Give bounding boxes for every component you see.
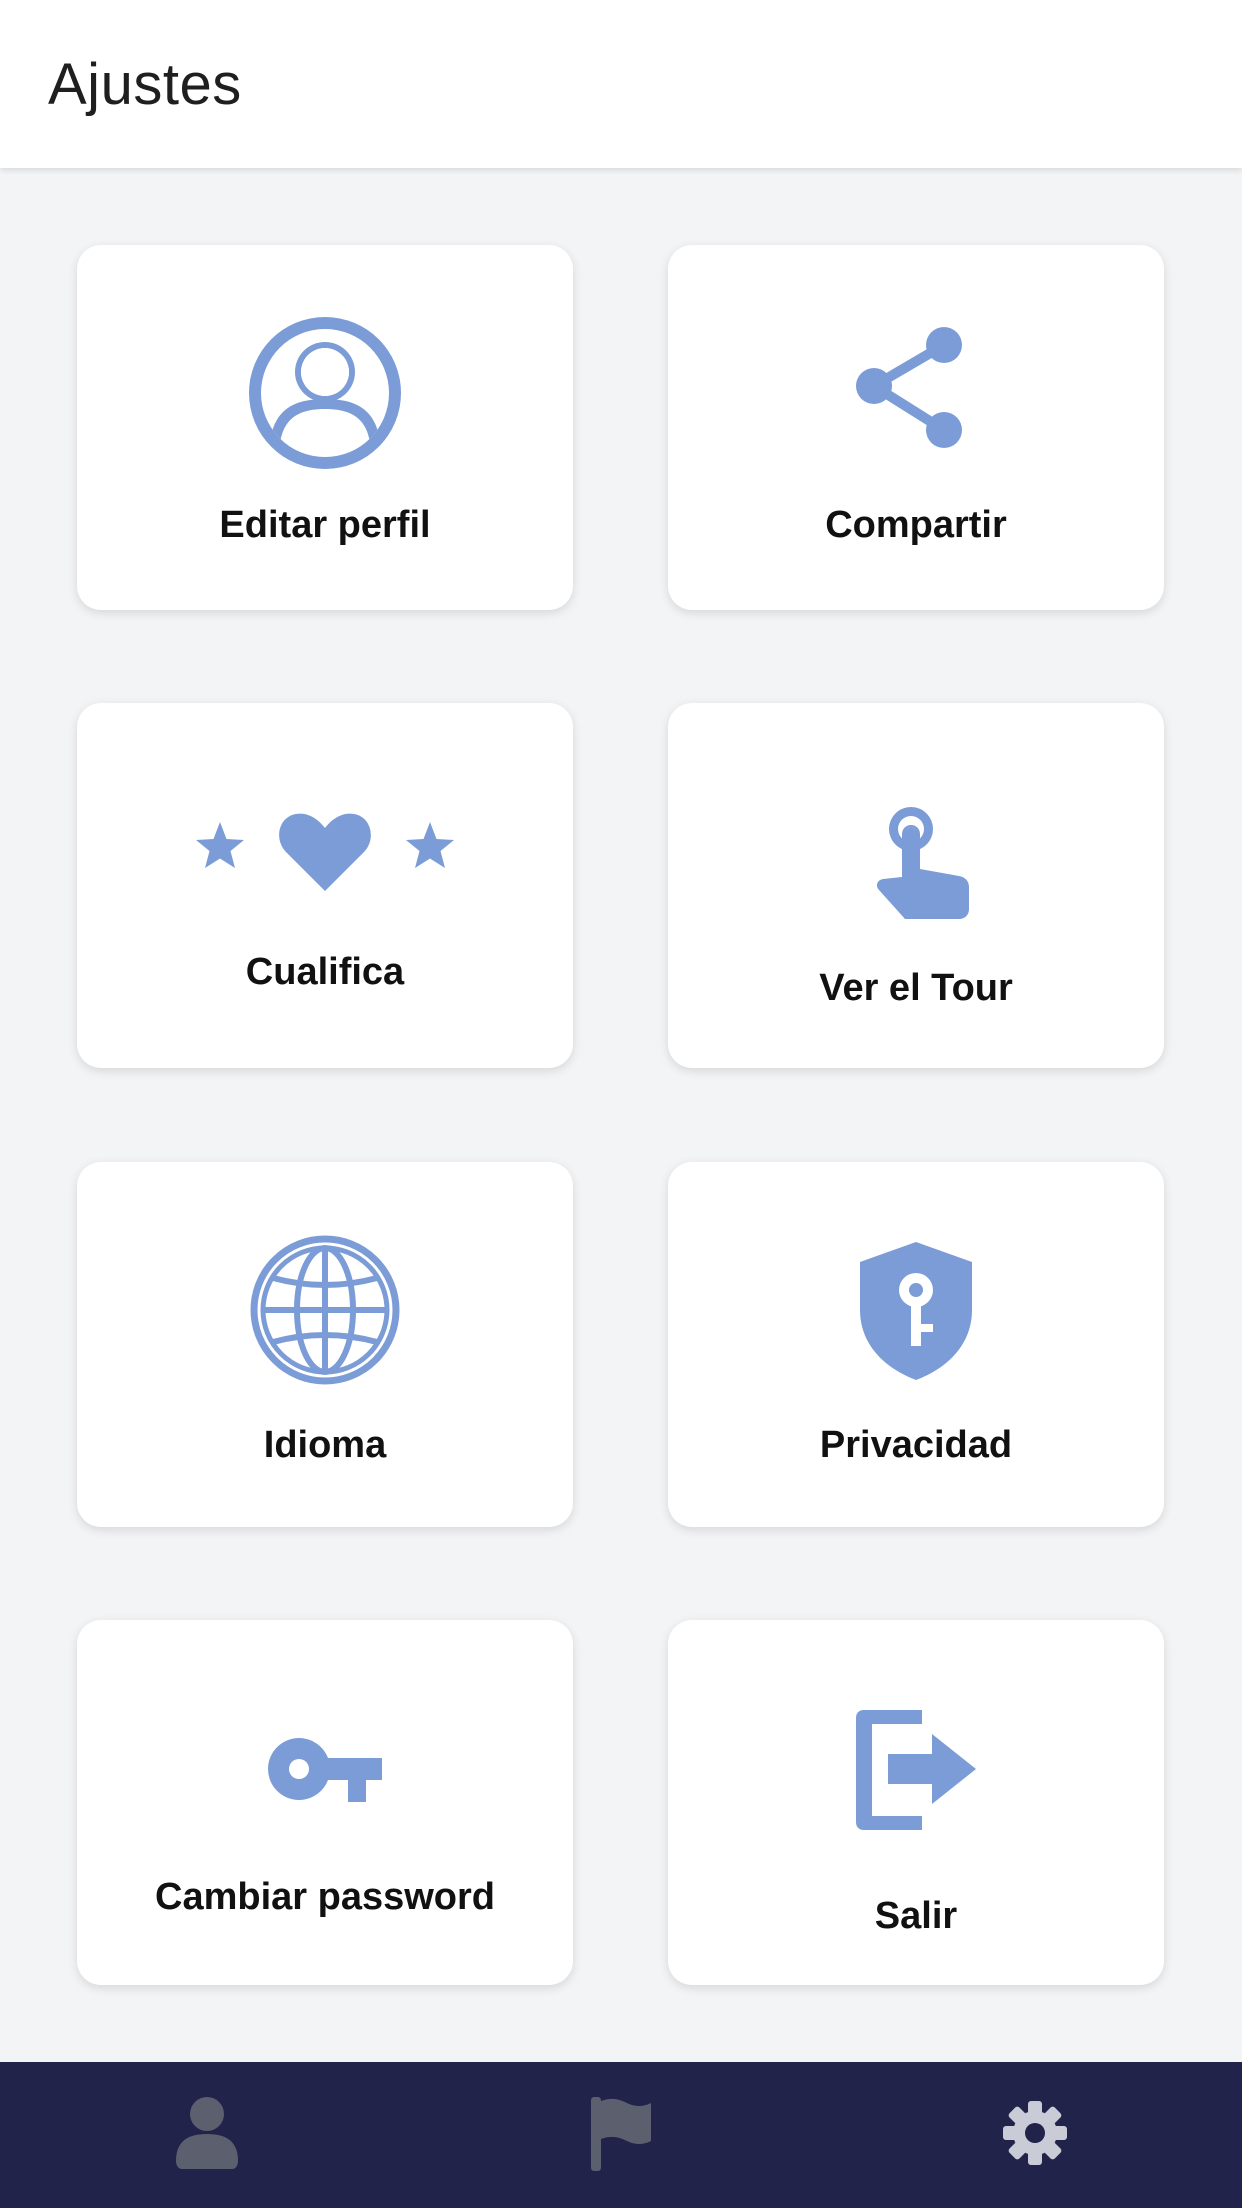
language-label: Idioma: [263, 1424, 387, 1466]
tap-hand-icon: [668, 807, 1164, 927]
share-label: Compartir: [825, 504, 1007, 546]
nav-flag-tab[interactable]: [541, 2062, 701, 2208]
user-icon: [176, 2096, 238, 2174]
user-circle-icon: [77, 317, 573, 469]
bottom-navigation: [0, 2062, 1242, 2208]
rate-button[interactable]: Cualifica: [77, 703, 573, 1068]
stars-heart-icon: [77, 809, 573, 899]
gear-icon: [1002, 2100, 1068, 2171]
app-header: Ajustes: [0, 0, 1242, 168]
page-title: Ajustes: [48, 51, 242, 117]
change-password-label: Cambiar password: [155, 1876, 495, 1918]
key-icon: [77, 1736, 573, 1802]
share-icon: [668, 327, 1164, 457]
share-button[interactable]: Compartir: [668, 245, 1164, 610]
globe-icon: [77, 1234, 573, 1386]
change-password-button[interactable]: Cambiar password: [77, 1620, 573, 1985]
nav-profile-tab[interactable]: [127, 2062, 287, 2208]
language-button[interactable]: Idioma: [77, 1162, 573, 1527]
rate-label: Cualifica: [245, 951, 405, 993]
flag-icon: [589, 2095, 653, 2176]
edit-profile-label: Editar perfil: [219, 504, 431, 546]
logout-icon: [668, 1708, 1164, 1832]
privacy-label: Privacidad: [819, 1424, 1013, 1466]
nav-settings-tab[interactable]: [955, 2062, 1115, 2208]
shield-key-icon: [668, 1240, 1164, 1382]
tour-label: Ver el Tour: [819, 967, 1013, 1009]
tour-button[interactable]: Ver el Tour: [668, 703, 1164, 1068]
logout-button[interactable]: Salir: [668, 1620, 1164, 1985]
logout-label: Salir: [874, 1895, 958, 1937]
edit-profile-button[interactable]: Editar perfil: [77, 245, 573, 610]
privacy-button[interactable]: Privacidad: [668, 1162, 1164, 1527]
